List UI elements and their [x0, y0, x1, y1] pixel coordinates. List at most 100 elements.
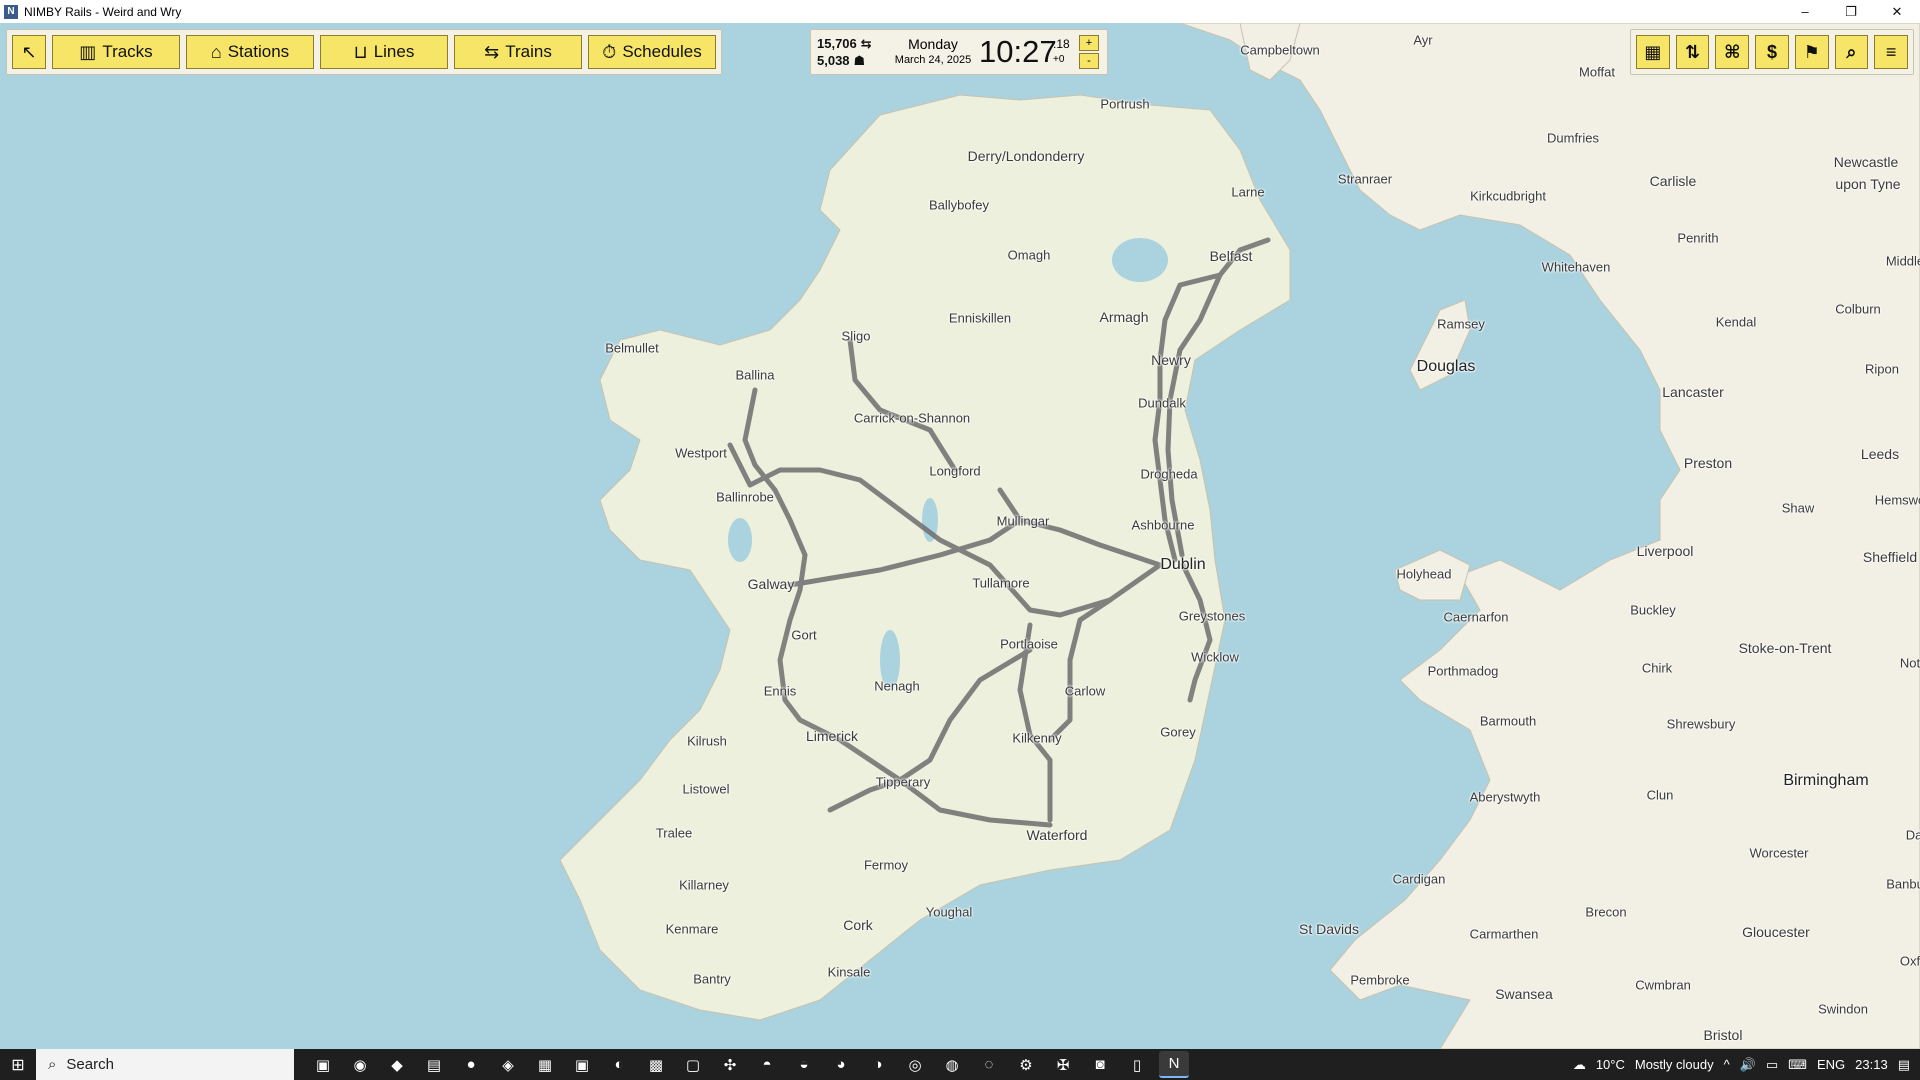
place-label: Belfast [1209, 248, 1253, 264]
cursor-icon: ↖ [21, 41, 37, 62]
trains-button[interactable]: ⇆ Trains [454, 35, 582, 69]
taskbar-app-icon[interactable]: ◕ [826, 1051, 856, 1078]
weather-desc[interactable]: Mostly cloudy [1635, 1057, 1714, 1072]
select-tool-button[interactable]: ↖ [12, 35, 46, 69]
chevron-up-icon[interactable]: ^ [1724, 1057, 1730, 1072]
taskbar-app-icon[interactable]: ◉ [345, 1051, 375, 1078]
place-label: Dundalk [1138, 395, 1186, 411]
alerts-button[interactable]: ⚑ [1794, 35, 1829, 69]
taskbar-app-icon[interactable]: ◐ [604, 1051, 634, 1078]
speed-up-button[interactable]: + [1079, 35, 1099, 51]
taskbar-app-icon[interactable]: ◍ [937, 1051, 967, 1078]
search-button[interactable]: ⌕ [1834, 35, 1869, 69]
volume-icon[interactable]: 🔊 [1740, 1057, 1756, 1073]
taskbar-app-icon[interactable]: ◑ [863, 1051, 893, 1078]
taskbar-app-icon[interactable]: ✣ [715, 1051, 745, 1078]
great-britain-landmass [1179, 23, 1920, 1049]
place-label: Ennis [763, 683, 797, 699]
taskbar-search[interactable]: ⌕ Search [36, 1049, 294, 1080]
place-label: Campbeltown [1240, 42, 1320, 58]
taskbar-app-icon[interactable]: ▩ [641, 1051, 671, 1078]
lines-icon: ⊔ [353, 41, 368, 62]
taskbar-app-icon[interactable]: ⚙ [1011, 1051, 1041, 1078]
taskbar-app-icon[interactable]: N [1159, 1051, 1189, 1078]
tags-button[interactable]: ⌘ [1715, 35, 1750, 69]
station-icon: ☗ [853, 53, 866, 68]
restore-button[interactable]: ❐ [1828, 0, 1874, 23]
place-label: Ayr [1413, 32, 1433, 48]
taskbar-app-icon[interactable]: ▦ [530, 1051, 560, 1078]
place-label: Gloucester [1742, 924, 1810, 940]
tag-icon: ⌘ [1723, 41, 1741, 62]
flag-icon: ⚑ [1803, 41, 1820, 62]
place-label: Drogheda [1140, 466, 1198, 482]
place-label: Kendal [1715, 314, 1757, 330]
main-toolbar: ↖ ▥ Tracks ⌂ Stations ⊔ Lines ⇆ Trains ⏱… [6, 29, 722, 75]
date-block: Monday March 24, 2025 [887, 36, 979, 68]
weather-icon[interactable]: ☁ [1573, 1057, 1586, 1073]
lines-button[interactable]: ⊔ Lines [320, 35, 448, 69]
place-label: Porthmadog [1427, 663, 1499, 679]
notification-icon[interactable]: ▤ [1898, 1057, 1910, 1073]
taskbar-app-icon[interactable]: ✠ [1048, 1051, 1078, 1078]
trains-count-value: 15,706 [817, 36, 857, 51]
system-clock[interactable]: 23:13 [1855, 1057, 1888, 1072]
full-date: March 24, 2025 [894, 54, 972, 66]
search-icon: ⌕ [48, 1056, 57, 1073]
slow-down-button[interactable]: - [1079, 53, 1099, 69]
schedules-button[interactable]: ⏱ Schedules [588, 35, 716, 69]
weather-temp[interactable]: 10°C [1596, 1057, 1625, 1072]
tracks-button[interactable]: ▥ Tracks [52, 35, 180, 69]
keyboard-icon[interactable]: ⌨ [1788, 1057, 1807, 1073]
place-label: Mullingar [996, 513, 1050, 529]
lough-neagh [1112, 238, 1168, 282]
stations-button[interactable]: ⌂ Stations [186, 35, 314, 69]
minimize-button[interactable]: – [1782, 0, 1828, 23]
place-label: Bantry [693, 971, 731, 987]
map-view[interactable]: Campbeltown Ayr Moffat Portrush Derry/London… [0, 23, 1920, 1049]
taskbar-app-icon[interactable]: ◎ [900, 1051, 930, 1078]
map-canvas [559, 23, 1920, 1049]
stopwatch-icon: ⏱ [602, 41, 617, 62]
place-label: Chirk [1641, 660, 1673, 676]
trains-label: Trains [505, 42, 552, 61]
taskbar-app-icon[interactable]: ◙ [1085, 1051, 1115, 1078]
place-label: Worcester [1749, 845, 1809, 861]
taskbar-app-icon[interactable]: ▣ [308, 1051, 338, 1078]
taskbar-app-icon[interactable]: ▤ [419, 1051, 449, 1078]
start-button[interactable]: ⊞ [0, 1049, 36, 1080]
finance-button[interactable]: $ [1755, 35, 1789, 69]
taskbar-app-icon[interactable]: ◓ [752, 1051, 782, 1078]
taskbar-app-icon[interactable]: ◒ [789, 1051, 819, 1078]
place-label: upon Tyne [1835, 176, 1901, 192]
place-label: Lancaster [1662, 384, 1724, 400]
station-icon: ⌂ [210, 41, 222, 62]
place-label: Greystones [1178, 608, 1246, 624]
place-label: Buckley [1630, 602, 1676, 618]
taskbar-app-icon[interactable]: ◌ [974, 1051, 1004, 1078]
search-icon: ⌕ [1846, 41, 1857, 62]
place-label: Da [1905, 827, 1920, 843]
map-mode-button[interactable]: ▦ [1636, 35, 1670, 69]
place-label: Kenmare [665, 921, 719, 937]
schedules-label: Schedules [622, 42, 702, 61]
place-label: Bristol [1703, 1027, 1743, 1043]
stats-block: 15,706 ⇆ 5,038 ☗ [817, 35, 887, 69]
place-label: Carrick-on-Shannon [853, 410, 971, 426]
taskbar-app-icon[interactable]: ◈ [493, 1051, 523, 1078]
place-label: Longford [929, 463, 981, 479]
place-label: Larne [1231, 184, 1265, 200]
place-label: Listowel [682, 781, 730, 797]
taskbar-app-icon[interactable]: ▢ [678, 1051, 708, 1078]
main-menu-button[interactable]: ≡ [1874, 35, 1909, 69]
taskbar-app-icon[interactable]: ● [456, 1051, 486, 1078]
taskbar-app-icon[interactable]: ▯ [1122, 1051, 1152, 1078]
network-icon[interactable]: ▭ [1766, 1057, 1778, 1073]
sort-button[interactable]: ⇅ [1675, 35, 1710, 69]
taskbar-app-icon[interactable]: ▣ [567, 1051, 597, 1078]
close-button[interactable]: ✕ [1874, 0, 1920, 23]
language-indicator[interactable]: ENG [1817, 1057, 1845, 1072]
taskbar-app-icon[interactable]: ◆ [382, 1051, 412, 1078]
place-label: Wicklow [1191, 649, 1239, 665]
dollar-icon: $ [1767, 41, 1778, 62]
